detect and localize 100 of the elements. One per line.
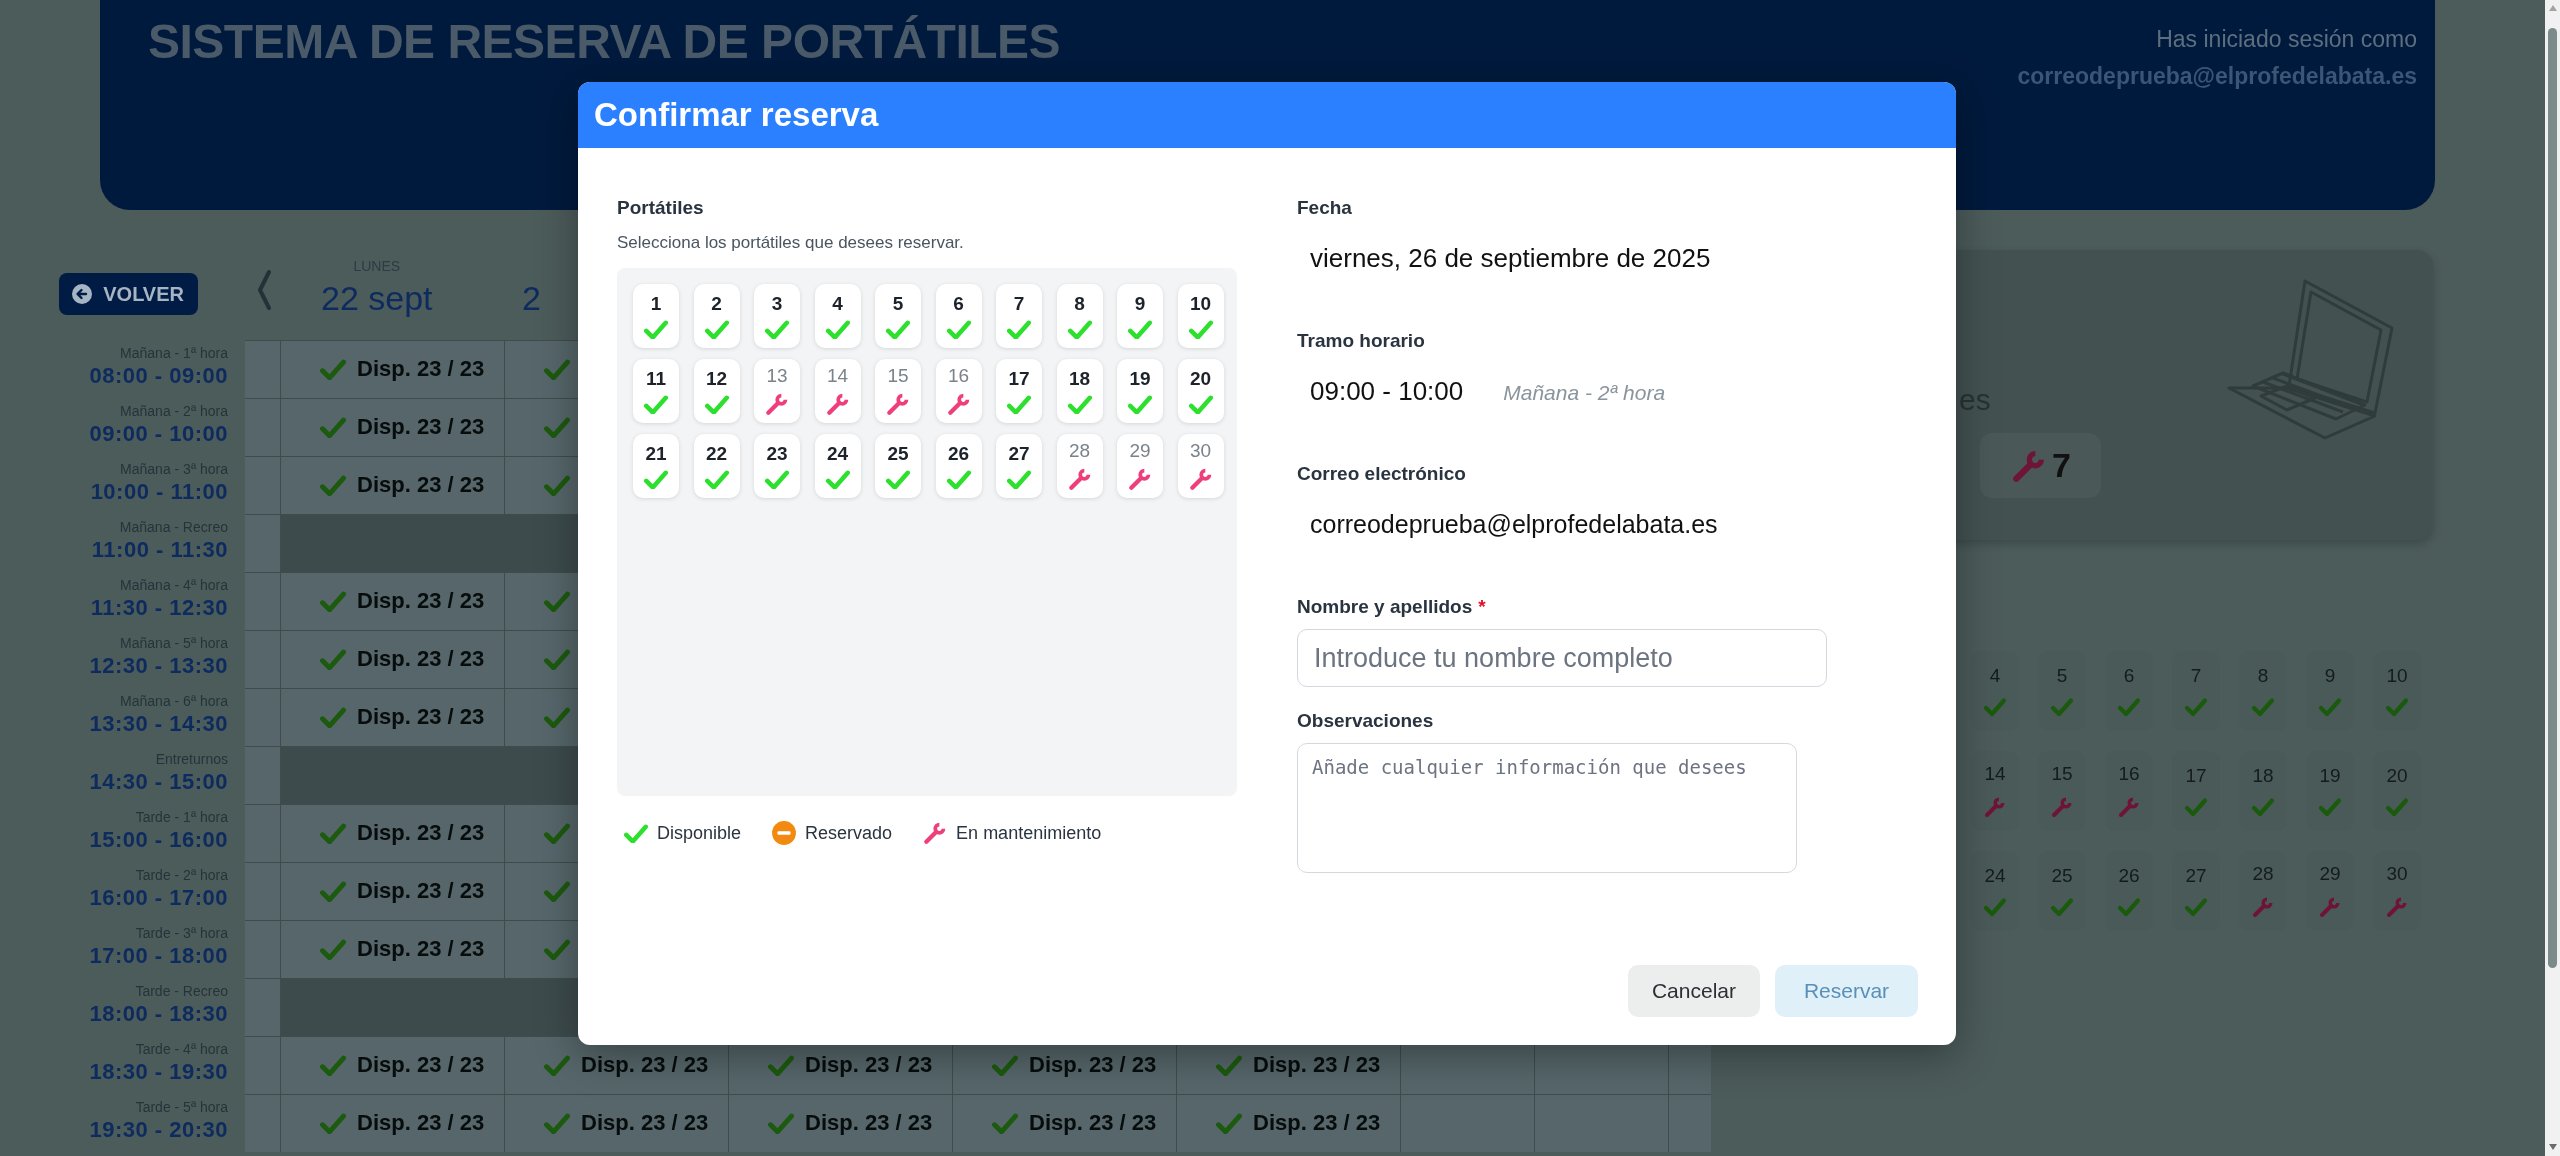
slot-cell[interactable]: Disp. 23 / 23: [991, 1052, 1157, 1078]
check-icon: [2184, 897, 2208, 917]
slot-cell[interactable]: Disp. 23 / 23: [319, 356, 485, 382]
laptop-tile[interactable]: 1: [633, 284, 679, 348]
slot-cell[interactable]: Disp. 23 / 23: [543, 1110, 709, 1136]
cancel-button[interactable]: Cancelar: [1627, 965, 1760, 1017]
check-icon: [2318, 697, 2342, 717]
wrench-icon: [947, 393, 969, 415]
laptop-tile[interactable]: 24: [814, 434, 861, 498]
slot-cell[interactable]: [543, 415, 571, 439]
laptop-tile[interactable]: 29: [1117, 434, 1163, 498]
laptop-tile[interactable]: 30: [1177, 434, 1224, 498]
laptop-tile[interactable]: 10: [1177, 284, 1224, 348]
wrench-icon: [766, 393, 788, 415]
notes-input[interactable]: Añade cualquier información que desees: [1297, 743, 1797, 873]
slot-cell[interactable]: [543, 357, 571, 381]
laptop-tile[interactable]: 3: [754, 284, 800, 348]
required-mark: *: [1478, 596, 1486, 617]
slot-cell[interactable]: Disp. 23 / 23: [319, 646, 485, 672]
check-icon: [1006, 318, 1032, 340]
slot-cell[interactable]: Disp. 23 / 23: [319, 878, 485, 904]
chevron-left-icon[interactable]: [257, 270, 271, 310]
laptop-tile[interactable]: 8: [1056, 284, 1103, 348]
check-icon: [543, 647, 571, 671]
laptop-tile[interactable]: 11: [633, 359, 679, 423]
slot-cell[interactable]: [543, 821, 571, 845]
wrench-icon: [2320, 897, 2340, 917]
slot-cell[interactable]: [543, 589, 571, 613]
wrench-icon: [826, 393, 848, 415]
check-icon: [543, 415, 571, 439]
slot-cell[interactable]: Disp. 23 / 23: [319, 936, 485, 962]
time-label: 18:00 - 18:30: [88, 1000, 228, 1028]
slot-cell[interactable]: Disp. 23 / 23: [319, 588, 485, 614]
slot-cell[interactable]: [543, 473, 571, 497]
slot-cell[interactable]: [543, 937, 571, 961]
field-hint: Selecciona los portátiles que desees reservar.: [617, 232, 965, 254]
slot-cell[interactable]: Disp. 23 / 23: [319, 1052, 485, 1078]
scroll-down-arrow-icon[interactable]: [2547, 1143, 2558, 1151]
legend-label: Reservado: [805, 822, 893, 844]
check-icon: [945, 468, 972, 490]
laptop-tile[interactable]: 18: [1056, 359, 1103, 423]
check-icon: [543, 1111, 571, 1135]
check-icon: [643, 393, 669, 415]
wrench-icon: [1068, 468, 1090, 490]
laptop-tile[interactable]: 6: [935, 284, 982, 348]
check-icon: [543, 589, 571, 613]
time-label: 09:00 - 10:00: [88, 420, 228, 448]
slot-cell[interactable]: [543, 647, 571, 671]
laptop-tile[interactable]: 13: [754, 359, 800, 423]
wrench-icon: [1985, 797, 2005, 817]
wrench-icon: [2052, 797, 2072, 817]
laptop-tile[interactable]: 15: [875, 359, 921, 423]
slot-cell[interactable]: [543, 879, 571, 903]
slot-cell[interactable]: Disp. 23 / 23: [319, 820, 485, 846]
check-icon: [824, 468, 851, 490]
slot-cell[interactable]: Disp. 23 / 23: [767, 1052, 933, 1078]
slot-cell[interactable]: Disp. 23 / 23: [1215, 1110, 1381, 1136]
laptop-tile[interactable]: 2: [693, 284, 740, 348]
laptop-tile[interactable]: 19: [1117, 359, 1163, 423]
slot-cell[interactable]: Disp. 23 / 23: [319, 472, 485, 498]
slot-cell[interactable]: Disp. 23 / 23: [991, 1110, 1157, 1136]
slot-cell[interactable]: [543, 705, 571, 729]
check-icon: [764, 318, 790, 340]
laptop-tile[interactable]: 25: [875, 434, 921, 498]
laptop-tile[interactable]: 14: [814, 359, 861, 423]
field-label: Observaciones: [1297, 709, 1435, 733]
scroll-up-arrow-icon[interactable]: [2547, 4, 2558, 12]
laptop-tile[interactable]: 5: [875, 284, 921, 348]
name-input[interactable]: Introduce tu nombre completo: [1297, 629, 1827, 687]
check-icon: [543, 821, 571, 845]
laptop-tile[interactable]: 16: [935, 359, 982, 423]
laptop-tile[interactable]: 21: [633, 434, 679, 498]
back-button[interactable]: VOLVER: [59, 273, 198, 315]
laptop-tile[interactable]: 28: [1056, 434, 1103, 498]
laptop-tile[interactable]: 20: [1177, 359, 1224, 423]
laptop-tile[interactable]: 23: [754, 434, 800, 498]
slot-cell[interactable]: Disp. 23 / 23: [543, 1052, 709, 1078]
scrollbar-thumb[interactable]: [2548, 28, 2557, 968]
email-value: correodeprueba@elprofedelabata.es: [1310, 509, 1718, 540]
slot-cell[interactable]: Disp. 23 / 23: [319, 704, 485, 730]
slot-cell[interactable]: Disp. 23 / 23: [319, 1110, 485, 1136]
laptop-tile[interactable]: 12: [693, 359, 740, 423]
laptop-tile[interactable]: 17: [996, 359, 1042, 423]
check-icon: [1066, 393, 1093, 415]
modal-title: Confirmar reserva: [594, 96, 879, 134]
laptop-tile[interactable]: 22: [693, 434, 740, 498]
check-icon: [319, 879, 347, 903]
slot-cell[interactable]: Disp. 23 / 23: [319, 414, 485, 440]
laptop-tile[interactable]: 7: [996, 284, 1042, 348]
slot-cell[interactable]: Disp. 23 / 23: [767, 1110, 933, 1136]
laptop-tile[interactable]: 27: [996, 434, 1042, 498]
time-label: 18:30 - 19:30: [88, 1058, 228, 1086]
time-label: 15:00 - 16:00: [88, 826, 228, 854]
date-value: viernes, 26 de septiembre de 2025: [1310, 242, 1711, 274]
slot-cell[interactable]: Disp. 23 / 23: [1215, 1052, 1381, 1078]
check-icon: [2050, 897, 2074, 917]
laptop-tile[interactable]: 4: [814, 284, 861, 348]
laptop-tile[interactable]: 26: [935, 434, 982, 498]
laptop-tile[interactable]: 9: [1117, 284, 1163, 348]
wrench-icon: [1189, 468, 1211, 490]
